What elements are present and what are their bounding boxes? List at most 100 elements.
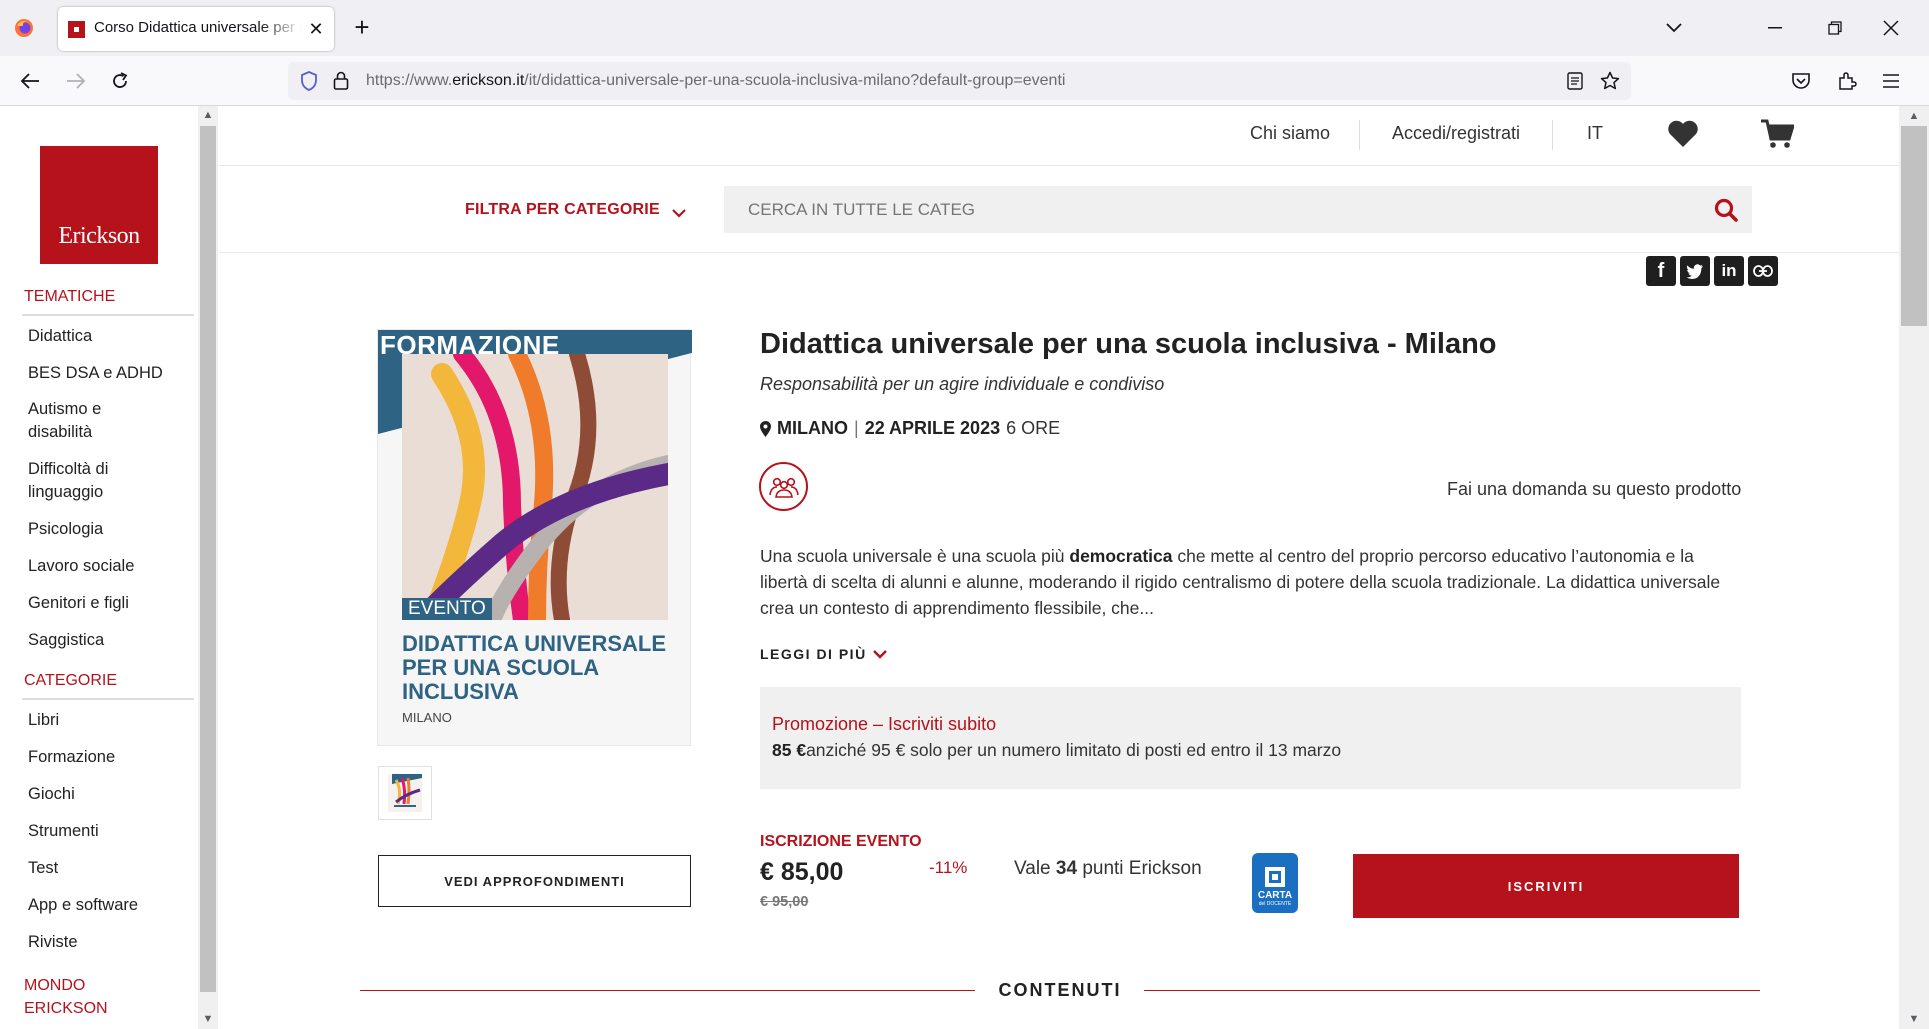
- url-text[interactable]: https://www.erickson.it/it/didattica-uni…: [366, 72, 1065, 90]
- carta-docente-badge: CARTA del DOCENTE: [1252, 853, 1298, 913]
- app-menu-icon[interactable]: [1878, 68, 1904, 94]
- new-tab-icon[interactable]: +: [348, 12, 376, 42]
- bookmark-star-icon[interactable]: [1598, 69, 1622, 93]
- event-date: 22 APRILE 2023: [864, 418, 1001, 438]
- site-sidebar: Erickson TEMATICHE Didattica BES DSA e A…: [0, 106, 218, 1029]
- sidebar-scrollbar[interactable]: ▲ ▼: [198, 106, 218, 1029]
- carta-line1: CARTA: [1257, 890, 1293, 901]
- event-duration: 6 ORE: [1006, 418, 1061, 438]
- forward-icon[interactable]: [60, 66, 92, 96]
- promotion-box: Promozione – Iscriviti subito 85 €anzich…: [760, 687, 1741, 789]
- product-cover[interactable]: FORMAZIONE EVENTO DIDATTICA UNIVERSALE P…: [377, 329, 692, 746]
- filter-label: FILTRA PER CATEGORIE: [465, 201, 660, 218]
- erickson-points: Vale 34 punti Erickson: [1014, 858, 1202, 880]
- sidebar-item-lavoro-sociale[interactable]: Lavoro sociale: [28, 555, 134, 578]
- cover-artwork: [402, 354, 668, 620]
- search-icon[interactable]: [1712, 196, 1740, 224]
- minimize-icon[interactable]: [1760, 14, 1790, 42]
- sidebar-item-genitori-figli[interactable]: Genitori e figli: [28, 592, 129, 615]
- browser-tab-active[interactable]: Corso Didattica universale per una scuol…: [58, 7, 334, 51]
- divider: [1552, 120, 1553, 150]
- tematiche-heading: TEMATICHE: [24, 288, 116, 305]
- carta-line2: del DOCENTE: [1258, 901, 1292, 907]
- read-more-toggle[interactable]: LEGGI DI PIÙ: [760, 646, 887, 662]
- accedi-registrati-link[interactable]: Accedi/registrati: [1392, 123, 1520, 144]
- sidebar-item-test[interactable]: Test: [28, 857, 58, 880]
- categorie-heading: CATEGORIE: [24, 672, 118, 689]
- old-price: € 95,00: [760, 894, 809, 910]
- copy-link-icon[interactable]: [1748, 256, 1778, 286]
- wishlist-heart-icon[interactable]: [1665, 118, 1701, 150]
- reload-icon[interactable]: [104, 66, 136, 96]
- scroll-up-arrow-icon[interactable]: ▲: [200, 108, 216, 122]
- scroll-up-arrow-icon[interactable]: ▲: [1906, 108, 1922, 124]
- divider: [22, 314, 194, 316]
- ask-question-link[interactable]: Fai una domanda su questo prodotto: [1447, 479, 1741, 500]
- scrollbar-thumb[interactable]: [200, 126, 216, 992]
- sidebar-item-bes-dsa-adhd[interactable]: BES DSA e ADHD: [28, 362, 163, 385]
- points-value: 34: [1055, 858, 1078, 879]
- filter-categories-dropdown[interactable]: FILTRA PER CATEGORIE: [465, 201, 686, 219]
- close-window-icon[interactable]: [1876, 14, 1906, 42]
- iscriviti-label: ISCRIVITI: [1507, 878, 1585, 894]
- restore-icon[interactable]: [1820, 14, 1850, 42]
- linkedin-share-icon[interactable]: in: [1714, 256, 1744, 286]
- sidebar-item-app-software[interactable]: App e software: [28, 894, 138, 917]
- extensions-icon[interactable]: [1834, 68, 1860, 94]
- firefox-icon[interactable]: [12, 16, 36, 40]
- tracking-shield-icon[interactable]: [298, 70, 320, 92]
- vedi-approfondimenti-button[interactable]: VEDI APPROFONDIMENTI: [378, 855, 691, 907]
- logo-text: Erickson: [58, 223, 140, 249]
- group-event-icon: [759, 462, 808, 511]
- tab-title: Corso Didattica universale per una scuol…: [94, 19, 302, 36]
- sidebar-item-riviste[interactable]: Riviste: [28, 931, 78, 954]
- chi-siamo-link[interactable]: Chi siamo: [1250, 123, 1330, 144]
- points-prefix: Vale: [1014, 858, 1056, 879]
- scroll-down-arrow-icon[interactable]: ▼: [200, 1012, 216, 1026]
- pocket-icon[interactable]: [1788, 68, 1814, 94]
- facebook-share-icon[interactable]: f: [1646, 256, 1676, 286]
- sidebar-item-psicologia[interactable]: Psicologia: [28, 518, 103, 541]
- sidebar-item-formazione[interactable]: Formazione: [28, 746, 115, 769]
- page-scrollbar[interactable]: ▲ ▼: [1899, 106, 1929, 1029]
- sidebar-item-autismo[interactable]: Autismo e disabilità: [28, 398, 138, 444]
- location-pin-icon: [760, 420, 771, 437]
- address-bar[interactable]: https://www.erickson.it/it/didattica-uni…: [288, 62, 1631, 100]
- erickson-logo[interactable]: Erickson: [40, 146, 158, 264]
- language-selector[interactable]: IT: [1587, 123, 1603, 144]
- iscriviti-button[interactable]: ISCRIVITI: [1353, 854, 1739, 918]
- lock-icon[interactable]: [330, 70, 352, 92]
- sidebar-item-linguaggio[interactable]: Difficoltà di linguaggio: [28, 458, 138, 504]
- sidebar-item-strumenti[interactable]: Strumenti: [28, 820, 99, 843]
- sidebar-item-saggistica[interactable]: Saggistica: [28, 629, 104, 652]
- back-icon[interactable]: [14, 66, 46, 96]
- promotion-title: Promozione – Iscriviti subito: [772, 714, 997, 734]
- sidebar-item-libri[interactable]: Libri: [28, 709, 59, 732]
- product-subtitle: Responsabilità per un agire individuale …: [760, 374, 1165, 394]
- cover-thumbnail[interactable]: [378, 766, 432, 820]
- tab-list-chevron-icon[interactable]: [1660, 14, 1688, 42]
- promotion-price: 85 €: [772, 740, 807, 760]
- cart-icon[interactable]: [1759, 118, 1795, 150]
- scrollbar-thumb[interactable]: [1901, 126, 1927, 326]
- reader-view-icon[interactable]: [1564, 70, 1586, 92]
- search-input[interactable]: [724, 186, 1684, 233]
- points-suffix: punti Erickson: [1077, 858, 1202, 879]
- mondo-erickson-heading[interactable]: MONDO ERICKSON: [24, 974, 124, 1020]
- url-prefix: https://www.: [366, 72, 453, 89]
- vedi-approfondimenti-label: VEDI APPROFONDIMENTI: [444, 873, 625, 889]
- sidebar-item-didattica[interactable]: Didattica: [28, 325, 92, 348]
- search-box[interactable]: [724, 186, 1752, 233]
- site-top-bar: Chi siamo Accedi/registrati IT: [219, 106, 1899, 166]
- sidebar-item-giochi[interactable]: Giochi: [28, 783, 75, 806]
- price: € 85,00: [760, 858, 844, 886]
- product-title: Didattica universale per una scuola incl…: [760, 328, 1497, 360]
- chevron-down-icon: [672, 208, 686, 218]
- event-info: MILANO | 22 APRILE 2023 6 ORE: [760, 418, 1060, 439]
- scroll-down-arrow-icon[interactable]: ▼: [1906, 1011, 1922, 1027]
- tab-close-icon[interactable]: ✕: [306, 19, 326, 39]
- iscrizione-evento-label: ISCRIZIONE EVENTO: [760, 833, 922, 850]
- divider: [1144, 990, 1760, 991]
- twitter-share-icon[interactable]: [1680, 256, 1710, 286]
- url-domain: erickson.it: [452, 72, 525, 89]
